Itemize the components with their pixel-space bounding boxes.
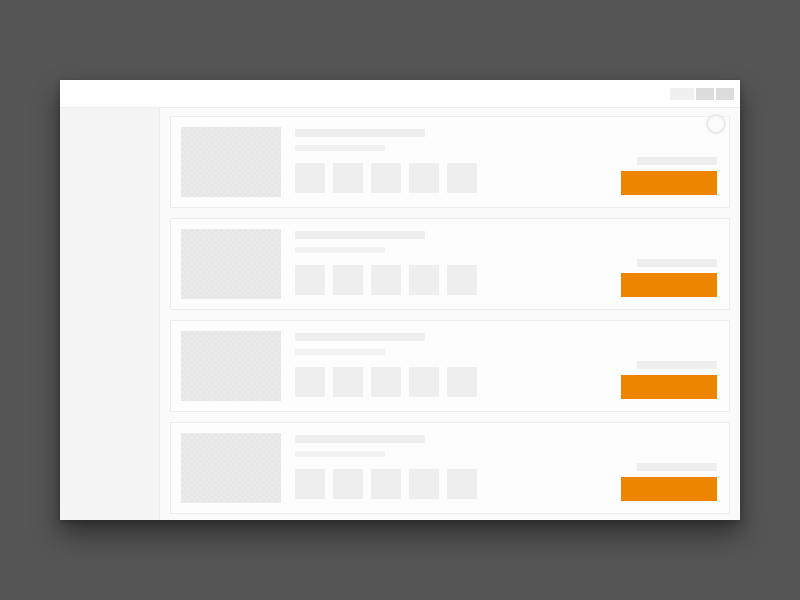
chip[interactable]: [295, 367, 325, 397]
chip[interactable]: [447, 367, 477, 397]
item-price: [637, 463, 717, 471]
status-badge[interactable]: [706, 114, 726, 134]
item-thumbnail: [181, 229, 281, 299]
item-chips: [295, 469, 603, 499]
item-side: [617, 229, 717, 299]
list-item[interactable]: [170, 422, 730, 514]
item-title: [295, 333, 425, 341]
titlebar-control[interactable]: [716, 88, 734, 100]
chip[interactable]: [409, 163, 439, 193]
item-meta: [295, 127, 603, 197]
item-title: [295, 231, 425, 239]
chip[interactable]: [371, 265, 401, 295]
chip[interactable]: [333, 367, 363, 397]
item-chips: [295, 163, 603, 193]
titlebar-control[interactable]: [696, 88, 714, 100]
chip[interactable]: [409, 265, 439, 295]
item-side: [617, 127, 717, 197]
titlebar-control[interactable]: [670, 88, 694, 100]
chip[interactable]: [333, 265, 363, 295]
chip[interactable]: [447, 265, 477, 295]
chip[interactable]: [371, 367, 401, 397]
item-thumbnail: [181, 433, 281, 503]
item-chips: [295, 265, 603, 295]
sidebar: [60, 108, 160, 520]
list-item[interactable]: [170, 320, 730, 412]
titlebar: [60, 80, 740, 108]
chip[interactable]: [295, 163, 325, 193]
chip[interactable]: [409, 367, 439, 397]
item-side: [617, 331, 717, 401]
list-item[interactable]: [170, 116, 730, 208]
chip[interactable]: [447, 469, 477, 499]
chip[interactable]: [371, 469, 401, 499]
cta-button[interactable]: [621, 477, 717, 501]
list-item[interactable]: [170, 218, 730, 310]
cta-button[interactable]: [621, 171, 717, 195]
item-price: [637, 361, 717, 369]
cta-button[interactable]: [621, 273, 717, 297]
chip[interactable]: [447, 163, 477, 193]
item-meta: [295, 229, 603, 299]
item-subtitle: [295, 349, 385, 355]
item-subtitle: [295, 145, 385, 151]
chip[interactable]: [409, 469, 439, 499]
item-chips: [295, 367, 603, 397]
item-side: [617, 433, 717, 503]
chip[interactable]: [295, 469, 325, 499]
item-price: [637, 259, 717, 267]
item-title: [295, 129, 425, 137]
chip[interactable]: [333, 163, 363, 193]
item-price: [637, 157, 717, 165]
item-thumbnail: [181, 331, 281, 401]
item-meta: [295, 433, 603, 503]
chip[interactable]: [333, 469, 363, 499]
chip[interactable]: [371, 163, 401, 193]
chip[interactable]: [295, 265, 325, 295]
window-body: [60, 108, 740, 520]
item-meta: [295, 331, 603, 401]
content-area: [160, 108, 740, 520]
item-thumbnail: [181, 127, 281, 197]
item-subtitle: [295, 247, 385, 253]
cta-button[interactable]: [621, 375, 717, 399]
app-window: [60, 80, 740, 520]
item-title: [295, 435, 425, 443]
item-subtitle: [295, 451, 385, 457]
